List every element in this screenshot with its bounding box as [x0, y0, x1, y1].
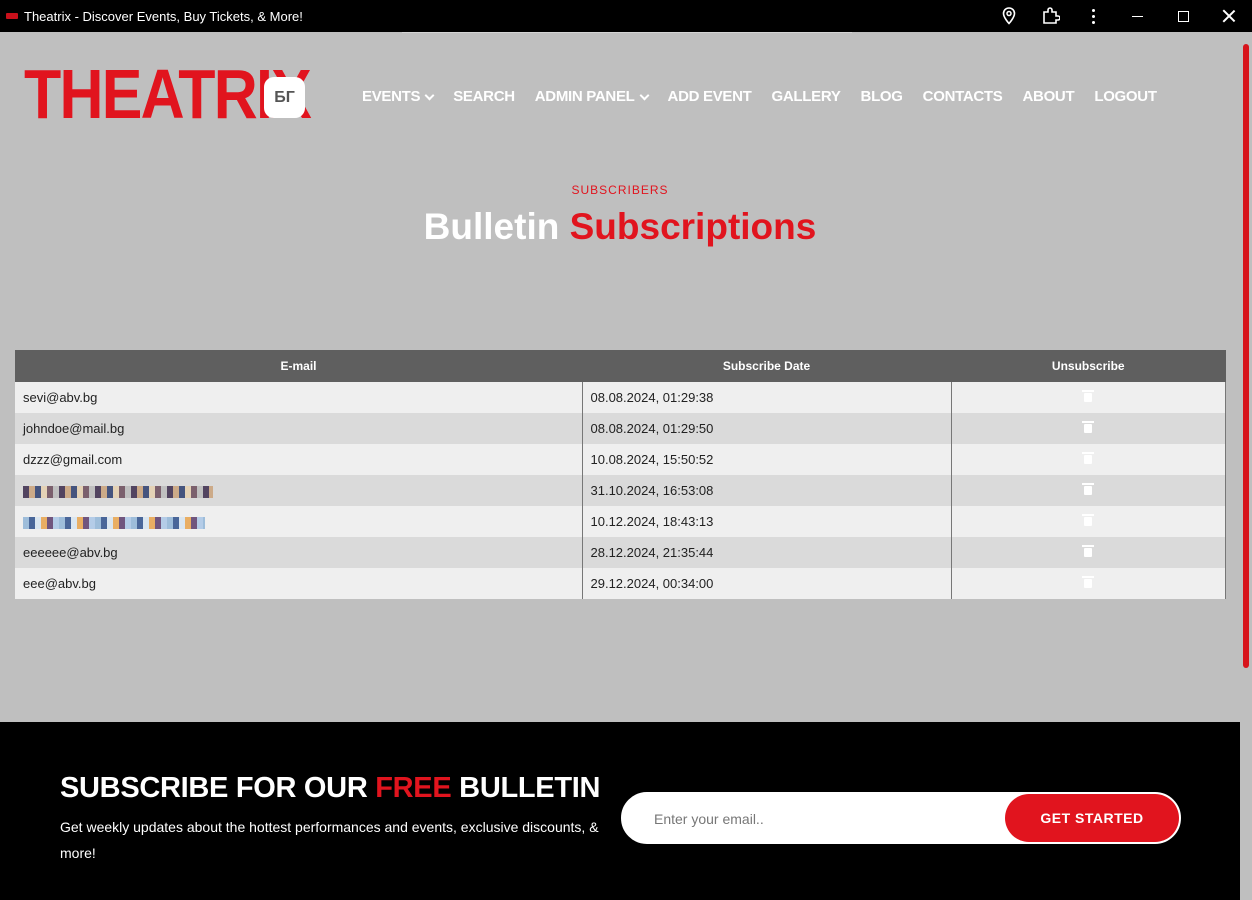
- page-title-main: Bulletin: [423, 206, 560, 247]
- window-title: Theatrix - Discover Events, Buy Tickets,…: [24, 8, 303, 24]
- theatrix-favicon-icon: [6, 13, 18, 19]
- table-row: johndoe@mail.bg 08.08.2024, 01:29:50: [15, 413, 1226, 444]
- nav-search[interactable]: SEARCH: [453, 87, 515, 107]
- email-cell-redacted: [15, 475, 582, 506]
- header-divider: [402, 32, 852, 33]
- maximize-button[interactable]: [1160, 0, 1206, 32]
- email-cell: sevi@abv.bg: [15, 382, 582, 413]
- unsubscribe-cell: [950, 537, 1226, 568]
- subscribe-email-input[interactable]: [652, 805, 996, 833]
- footer-title: SUBSCRIBE FOR OUR FREE BULLETIN: [60, 772, 600, 805]
- trash-icon[interactable]: [1082, 452, 1095, 464]
- language-switch-button[interactable]: БГ: [264, 77, 305, 118]
- email-cell: dzzz@gmail.com: [15, 444, 582, 475]
- nav-add-event[interactable]: ADD EVENT: [668, 87, 752, 107]
- date-cell: 29.12.2024, 00:34:00: [581, 568, 951, 599]
- trash-icon[interactable]: [1082, 421, 1095, 433]
- date-cell: 08.08.2024, 01:29:50: [581, 413, 951, 444]
- location-icon[interactable]: [988, 0, 1030, 32]
- date-cell: 28.12.2024, 21:35:44: [581, 537, 951, 568]
- page-title: Bulletin Subscriptions: [0, 206, 1240, 248]
- table-header-row: E-mail Subscribe Date Unsubscribe: [15, 350, 1226, 382]
- section-kicker: SUBSCRIBERS: [571, 183, 669, 197]
- unsubscribe-cell: [950, 568, 1226, 599]
- email-cell-redacted: [15, 506, 582, 537]
- minimize-button[interactable]: [1114, 0, 1160, 32]
- date-cell: 10.12.2024, 18:43:13: [581, 506, 951, 537]
- table-row: sevi@abv.bg 08.08.2024, 01:29:38: [15, 382, 1226, 413]
- nav-contacts[interactable]: CONTACTS: [923, 87, 1003, 107]
- chevron-down-icon: [424, 90, 435, 100]
- table-row: 31.10.2024, 16:53:08: [15, 475, 1226, 506]
- footer-title-accent: FREE: [375, 772, 452, 804]
- nav-blog[interactable]: BLOG: [861, 87, 903, 107]
- chevron-down-icon: [639, 90, 649, 100]
- footer-title-post: BULLETIN: [459, 772, 601, 804]
- date-cell: 10.08.2024, 15:50:52: [581, 444, 951, 475]
- subscribe-footer: SUBSCRIBE FOR OUR FREE BULLETIN Get week…: [0, 722, 1240, 900]
- unsubscribe-cell: [950, 444, 1226, 475]
- subscribe-form: GET STARTED: [621, 792, 1181, 844]
- footer-title-pre: SUBSCRIBE FOR OUR: [60, 772, 368, 804]
- nav-admin-panel[interactable]: ADMIN PANEL: [534, 87, 649, 107]
- unsubscribe-cell: [950, 475, 1226, 506]
- window-title-bar: Theatrix - Discover Events, Buy Tickets,…: [0, 0, 1252, 32]
- table-row: eee@abv.bg 29.12.2024, 00:34:00: [15, 568, 1226, 599]
- trash-icon[interactable]: [1082, 483, 1095, 495]
- extensions-icon[interactable]: [1030, 0, 1072, 32]
- table-row: eeeeee@abv.bg 28.12.2024, 21:35:44: [15, 537, 1226, 568]
- close-button[interactable]: [1206, 0, 1252, 32]
- window-controls: [988, 0, 1252, 32]
- main-nav: EVENTS SEARCH ADMIN PANEL ADD EVENT GALL…: [362, 87, 1177, 107]
- nav-admin-panel-label: ADMIN PANEL: [534, 88, 635, 105]
- email-cell: eeeeee@abv.bg: [15, 537, 582, 568]
- nav-gallery[interactable]: GALLERY: [772, 87, 841, 107]
- column-header-email: E-mail: [15, 350, 582, 382]
- nav-events-label: EVENTS: [362, 88, 421, 105]
- page-scrollbar[interactable]: [1241, 32, 1252, 900]
- unsubscribe-cell: [950, 413, 1226, 444]
- page-title-accent: Subscriptions: [569, 206, 817, 247]
- unsubscribe-cell: [950, 506, 1226, 537]
- get-started-button[interactable]: GET STARTED: [1005, 794, 1179, 842]
- subscriptions-table: E-mail Subscribe Date Unsubscribe sevi@a…: [15, 350, 1226, 599]
- date-cell: 31.10.2024, 16:53:08: [581, 475, 951, 506]
- column-header-subscribe-date: Subscribe Date: [582, 350, 951, 382]
- trash-icon[interactable]: [1082, 514, 1095, 526]
- redacted-email-pixelation: [23, 516, 205, 529]
- email-cell: johndoe@mail.bg: [15, 413, 582, 444]
- table-row: dzzz@gmail.com 10.08.2024, 15:50:52: [15, 444, 1226, 475]
- email-cell: eee@abv.bg: [15, 568, 582, 599]
- nav-about[interactable]: ABOUT: [1023, 87, 1075, 107]
- redacted-email-pixelation: [23, 485, 213, 498]
- trash-icon[interactable]: [1082, 576, 1095, 588]
- table-row: 10.12.2024, 18:43:13: [15, 506, 1226, 537]
- nav-logout[interactable]: LOGOUT: [1094, 87, 1157, 107]
- footer-description: Get weekly updates about the hottest per…: [60, 819, 599, 861]
- trash-icon[interactable]: [1082, 390, 1095, 402]
- unsubscribe-cell: [950, 382, 1226, 413]
- nav-events[interactable]: EVENTS: [362, 87, 435, 107]
- trash-icon[interactable]: [1082, 545, 1095, 557]
- date-cell: 08.08.2024, 01:29:38: [581, 382, 951, 413]
- more-options-icon[interactable]: [1072, 0, 1114, 32]
- scrollbar-thumb[interactable]: [1243, 44, 1249, 668]
- column-header-unsubscribe: Unsubscribe: [951, 350, 1226, 382]
